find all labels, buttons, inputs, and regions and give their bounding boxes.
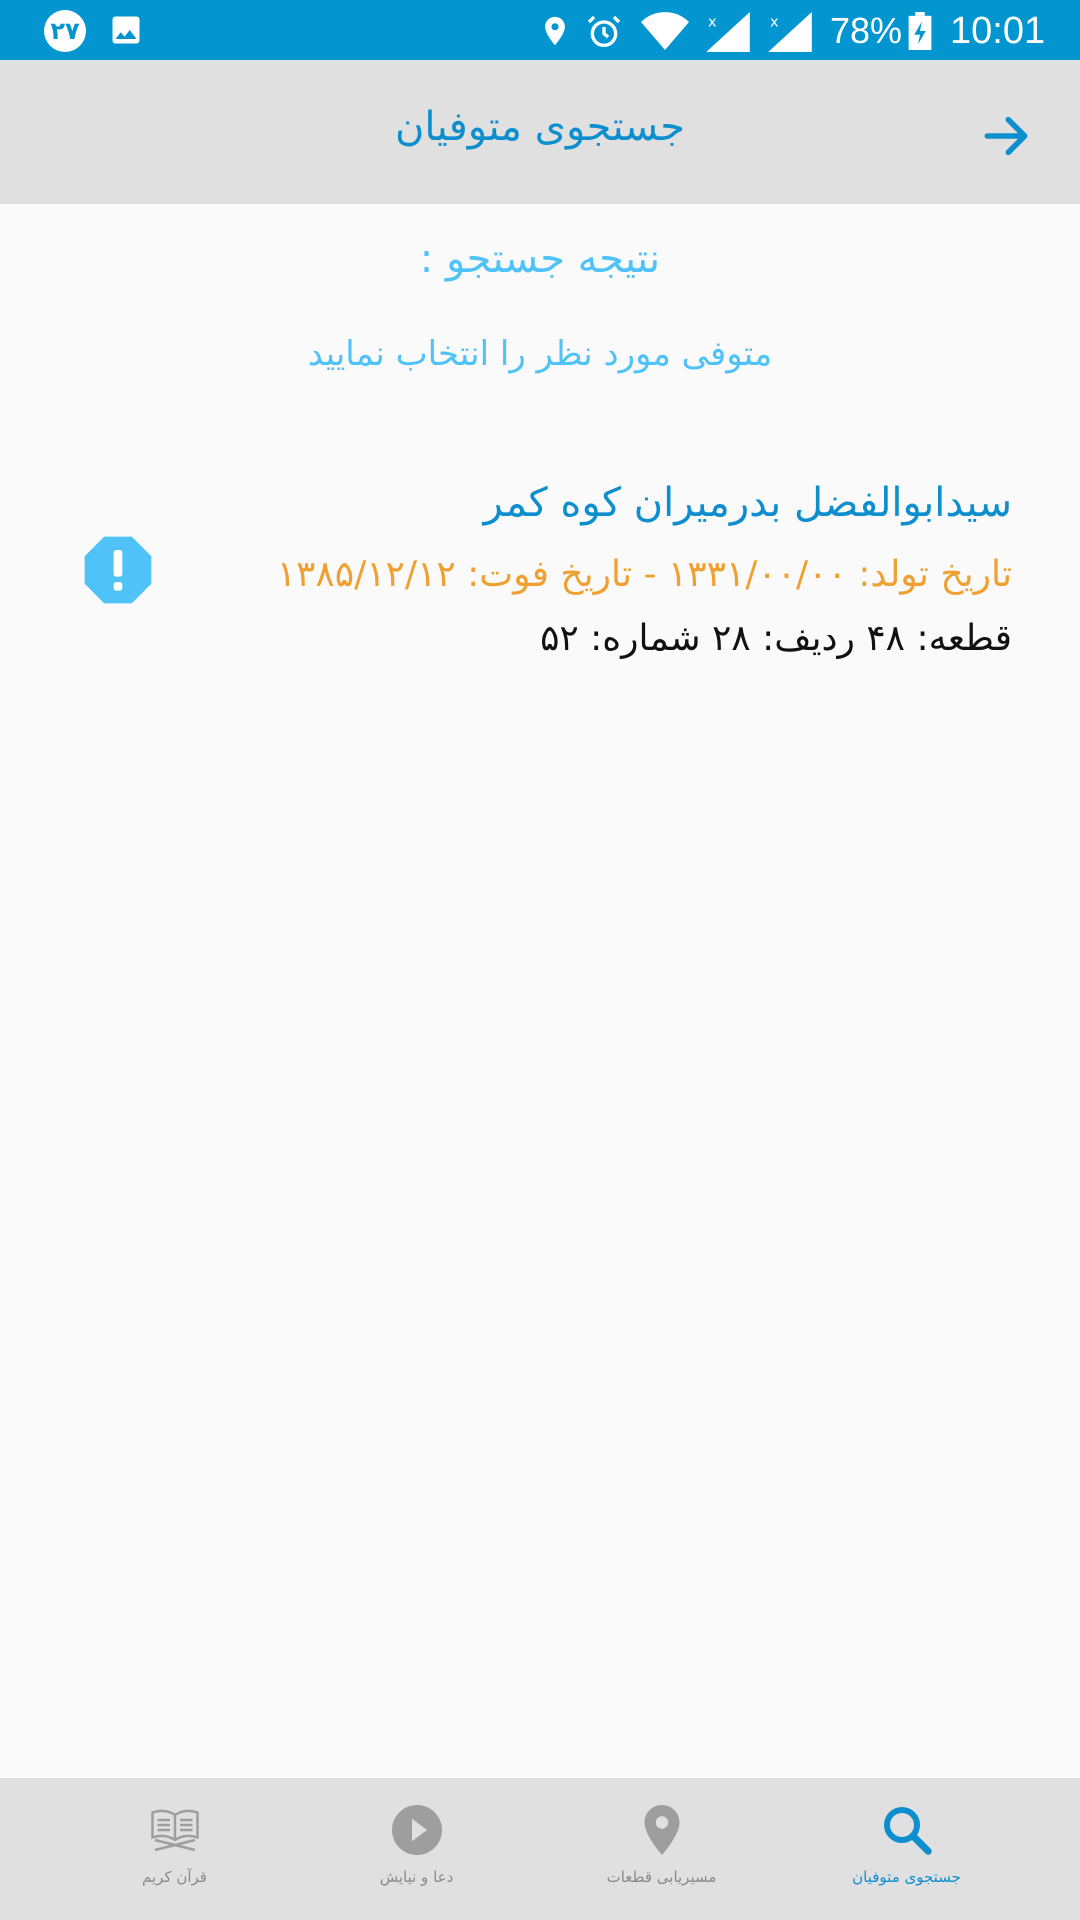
nav-label: مسیریابی قطعات xyxy=(606,1868,717,1886)
search-icon xyxy=(883,1807,932,1855)
alert-octagon-icon xyxy=(84,536,152,604)
bottom-navigation: جستجوی متوفیان مسیریابی قطعات دعا و نیای… xyxy=(0,1778,1080,1920)
results-heading: نتیجه جستجو : xyxy=(419,236,661,282)
battery-percent: 78% xyxy=(830,10,903,51)
location-pin-icon xyxy=(644,1805,679,1855)
wifi-icon xyxy=(641,12,689,51)
play-icon xyxy=(391,1805,442,1855)
nav-label: دعا و نیایش xyxy=(379,1868,454,1886)
location-icon xyxy=(545,16,565,46)
deceased-dates: تاریخ تولد: ۱۳۳۱/۰۰/۰۰ - تاریخ فوت: ۱۳۸۵… xyxy=(276,554,1012,595)
notification-badge: ۲۷ xyxy=(44,10,86,52)
nav-label: جستجوی متوفیان xyxy=(852,1868,961,1886)
results-hint: متوفی مورد نظر را انتخاب نمایید xyxy=(307,334,773,374)
list-item[interactable]: سیدابوالفضل بدرمیران کوه کمر تاریخ تولد:… xyxy=(40,470,1040,680)
image-icon xyxy=(112,16,140,44)
nav-routing[interactable]: مسیریابی قطعات xyxy=(539,1778,784,1920)
page-title: جستجوی متوفیان xyxy=(395,104,685,150)
grave-location: قطعه: ۴۸ ردیف: ۲۸ شماره: ۵۲ xyxy=(540,618,1012,659)
nav-quran[interactable]: قرآن کریم xyxy=(52,1778,297,1920)
screen: ۲۷ x x 78% 10:01 جستجوی متوفیان نتیجه جس… xyxy=(0,0,1080,1920)
nav-label: قرآن کریم xyxy=(142,1868,207,1886)
battery-charging-icon xyxy=(908,12,932,50)
svg-text:x: x xyxy=(708,15,717,31)
signal-icon: x xyxy=(706,12,750,52)
status-bar: ۲۷ x x 78% 10:01 xyxy=(0,0,1080,60)
alarm-icon xyxy=(587,15,621,48)
nav-search-deceased[interactable]: جستجوی متوفیان xyxy=(784,1778,1029,1920)
signal-icon: x xyxy=(768,12,812,52)
clock: 10:01 xyxy=(950,10,1046,52)
deceased-name: سیدابوالفضل بدرمیران کوه کمر xyxy=(483,480,1012,526)
svg-text:x: x xyxy=(770,15,779,31)
back-arrow-icon[interactable] xyxy=(978,108,1034,164)
quran-book-icon xyxy=(150,1809,199,1852)
app-bar: جستجوی متوفیان xyxy=(0,60,1080,204)
nav-prayer[interactable]: دعا و نیایش xyxy=(294,1778,539,1920)
